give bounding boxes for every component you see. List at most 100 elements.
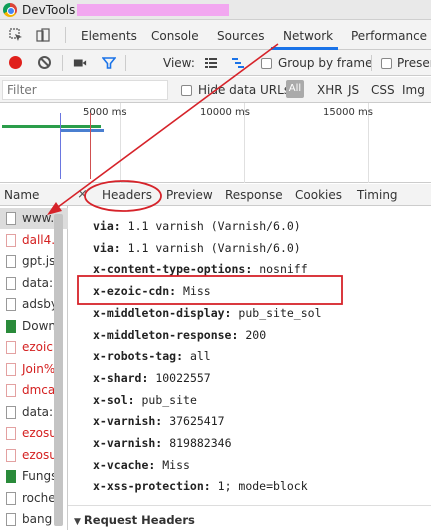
devtools-tabbar: Elements Console Sources Network Perform… <box>0 20 431 50</box>
group-by-frame-checkbox[interactable] <box>261 58 272 69</box>
request-name: bang <box>22 512 53 526</box>
request-name: data:i <box>22 275 57 290</box>
load-event-line <box>90 113 91 179</box>
header-value: 819882346 <box>169 436 232 450</box>
request-list: Name www. dall4. gpt.js data:i adsby Down ezoi… <box>0 184 68 530</box>
tab-network[interactable]: Network <box>283 29 333 43</box>
response-header-row: x-xss-protection: 1; mode=block <box>93 479 308 493</box>
file-icon <box>6 448 16 462</box>
filter-all-button[interactable]: All <box>286 80 304 98</box>
filter-input[interactable] <box>2 80 168 100</box>
file-icon <box>6 491 16 505</box>
request-headers-title: Request Headers <box>83 513 195 527</box>
overview-tick-label: 15000 ms <box>323 107 373 118</box>
response-header-row: x-vcache: Miss <box>93 458 190 472</box>
header-value: pub_site_sol <box>238 305 322 320</box>
dom-content-loaded-line <box>60 113 61 179</box>
file-icon <box>6 513 16 526</box>
view-label: View: <box>163 56 195 70</box>
hide-data-urls-checkbox[interactable] <box>181 85 192 96</box>
header-key: x-robots-tag: <box>93 349 184 364</box>
group-by-frame-label: Group by frame <box>278 56 373 70</box>
tab-timing[interactable]: Timing <box>357 188 398 202</box>
filter-js-button[interactable]: JS <box>348 83 359 97</box>
request-name: ezosu <box>22 447 57 462</box>
file-icon <box>6 255 16 268</box>
header-value: 10022557 <box>155 370 211 385</box>
tab-cookies[interactable]: Cookies <box>295 188 342 202</box>
file-icon <box>6 384 16 397</box>
tab-preview[interactable]: Preview <box>166 188 213 202</box>
request-name: roche <box>22 490 56 505</box>
waterfall-icon[interactable] <box>231 56 245 70</box>
clear-button[interactable] <box>38 56 51 69</box>
preserve-log-checkbox[interactable] <box>381 58 392 69</box>
redacted-url-block <box>77 4 229 16</box>
details-tabbar: × Headers Preview Response Cookies Timin… <box>68 184 431 206</box>
response-header-row: x-sol: pub_site <box>93 393 197 407</box>
response-header-row: x-middleton-display: pub_site_sol <box>93 306 322 320</box>
overview-request-bar <box>2 125 101 128</box>
request-name: dall4. <box>22 232 56 247</box>
header-key: x-vcache: <box>93 457 156 472</box>
request-list-scrollbar[interactable] <box>54 214 63 526</box>
filter-funnel-icon[interactable] <box>102 56 116 70</box>
filter-bar: Hide data URLs All XHR JS CSS Img <box>0 77 431 103</box>
tab-sources[interactable]: Sources <box>217 29 264 43</box>
large-rows-icon[interactable] <box>204 56 218 70</box>
close-details-icon[interactable]: × <box>77 187 88 202</box>
header-key: x-xss-protection: <box>93 479 211 494</box>
title-bar: DevTools - <box>0 0 431 20</box>
video-camera-icon[interactable] <box>73 56 87 70</box>
request-name: data:i <box>22 404 57 419</box>
file-icon <box>6 298 16 311</box>
file-icon <box>6 233 16 247</box>
request-name: ezosu <box>22 426 57 440</box>
response-header-row: via: 1.1 varnish (Varnish/6.0) <box>93 241 301 255</box>
tab-elements[interactable]: Elements <box>81 29 137 43</box>
name-column-header[interactable]: Name <box>0 184 68 206</box>
request-name: adsby <box>22 297 58 311</box>
filter-img-button[interactable]: Img <box>402 83 425 97</box>
tab-performance[interactable]: Performance <box>351 29 427 43</box>
header-key: via: <box>93 240 121 255</box>
tab-response[interactable]: Response <box>225 188 283 202</box>
record-button[interactable] <box>9 56 22 69</box>
timeline-overview[interactable]: 5000 ms 10000 ms 15000 ms <box>0 103 431 183</box>
request-name: gpt.js <box>22 254 56 268</box>
tab-headers[interactable]: Headers <box>102 188 152 202</box>
response-header-row: x-ezoic-cdn: Miss <box>93 284 211 298</box>
toolbar-separator <box>371 55 372 71</box>
request-name: ezoic <box>22 340 53 354</box>
header-value: 37625417 <box>169 414 225 429</box>
header-key: x-content-type-options: <box>93 262 253 277</box>
preserve-log-label: Preser <box>397 56 431 70</box>
header-value: Miss <box>183 284 211 299</box>
tabbar-separator <box>65 27 66 43</box>
window-title: DevTools - <box>22 3 84 17</box>
response-header-row: x-varnish: 819882346 <box>93 436 232 450</box>
filter-css-button[interactable]: CSS <box>371 83 395 97</box>
header-key: x-middleton-display: <box>93 305 232 320</box>
tab-console[interactable]: Console <box>151 29 199 43</box>
request-headers-section-toggle[interactable]: ▼ Request Headers <box>74 513 195 527</box>
chrome-logo-icon <box>3 3 17 17</box>
file-icon <box>6 341 16 354</box>
name-column-label: Name <box>4 188 40 202</box>
header-value: 1.1 varnish (Varnish/6.0) <box>127 219 301 233</box>
request-name: Down <box>22 318 57 333</box>
download-icon <box>6 470 16 483</box>
header-value: 200 <box>245 327 267 342</box>
device-toolbar-icon[interactable] <box>36 28 50 42</box>
filter-xhr-button[interactable]: XHR <box>317 83 343 97</box>
header-key: x-varnish: <box>93 414 163 429</box>
request-name: Fungs <box>22 469 58 483</box>
inspect-element-icon[interactable] <box>9 28 23 42</box>
request-name: dmca <box>22 383 56 397</box>
request-name: Join% <box>22 361 56 376</box>
triangle-down-icon: ▼ <box>74 517 81 527</box>
network-toolbar: View: Group by frame Preser <box>0 50 431 76</box>
response-header-row: x-middleton-response: 200 <box>93 328 266 342</box>
request-name: www. <box>22 211 55 225</box>
file-icon <box>6 427 16 440</box>
